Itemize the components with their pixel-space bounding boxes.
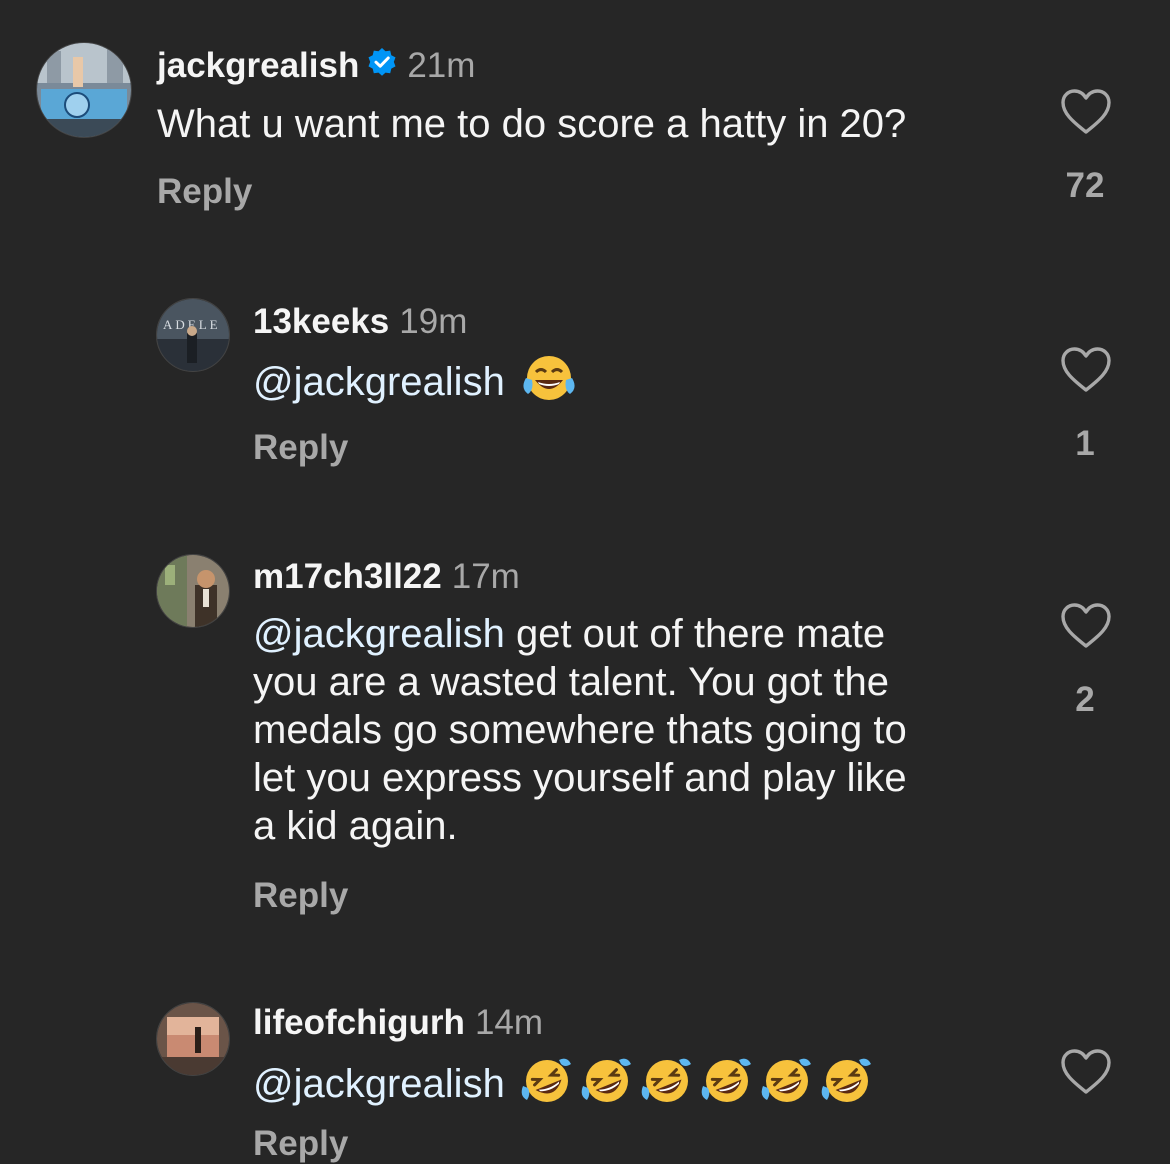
comment-text: @jackgrealish	[253, 354, 576, 415]
rolling-on-floor-laughing-emoji	[759, 1056, 815, 1117]
heart-icon[interactable]	[1060, 88, 1112, 136]
timestamp: 17m	[451, 557, 520, 596]
rolling-on-floor-laughing-emoji	[699, 1056, 755, 1117]
tears-of-joy-emoji	[522, 354, 576, 415]
like-count: 72	[1065, 166, 1105, 205]
timestamp: 21m	[407, 46, 476, 85]
reply-button[interactable]: Reply	[253, 876, 348, 916]
rolling-on-floor-laughing-emoji	[519, 1056, 575, 1117]
mention-link[interactable]: @jackgrealish	[253, 612, 505, 656]
rolling-on-floor-laughing-emoji	[819, 1056, 875, 1117]
username[interactable]: lifeofchigurh	[253, 1003, 465, 1043]
comment-text: @jackgrealish	[253, 1056, 875, 1117]
username[interactable]: 13keeks	[253, 302, 389, 342]
comment-line: you are a wasted talent. You got the	[253, 660, 890, 704]
comment-line: get out of there mate	[504, 612, 886, 656]
comment-line: a kid again.	[253, 804, 458, 848]
comment-line: medals go somewhere thats going to	[253, 708, 907, 752]
comment-text: @jackgrealish get out of there mate you …	[253, 610, 907, 850]
timestamp: 14m	[474, 1003, 544, 1042]
rolling-on-floor-laughing-emoji	[579, 1056, 635, 1117]
timestamp: 19m	[399, 302, 468, 341]
reply-button[interactable]: Reply	[157, 172, 252, 212]
reply-button[interactable]: Reply	[253, 428, 348, 468]
comment-line: let you express yourself and play like	[253, 756, 907, 800]
heart-icon[interactable]	[1060, 346, 1112, 394]
heart-icon[interactable]	[1060, 602, 1112, 650]
avatar[interactable]	[156, 554, 230, 628]
comment-text: What u want me to do score a hatty in 20…	[157, 102, 907, 146]
avatar[interactable]: ADELE	[156, 298, 230, 372]
heart-icon[interactable]	[1060, 1048, 1112, 1096]
avatar[interactable]	[156, 1002, 230, 1076]
verified-badge-icon	[367, 46, 397, 86]
mention-link[interactable]: @jackgrealish	[253, 1062, 505, 1106]
avatar[interactable]	[36, 42, 132, 138]
mention-link[interactable]: @jackgrealish	[253, 360, 505, 404]
username[interactable]: m17ch3ll22	[253, 557, 442, 597]
reply-button[interactable]: Reply	[253, 1124, 348, 1164]
like-count: 1	[1075, 424, 1095, 463]
rolling-on-floor-laughing-emoji	[639, 1056, 695, 1117]
username[interactable]: jackgrealish	[157, 46, 359, 86]
like-count: 2	[1075, 680, 1095, 719]
